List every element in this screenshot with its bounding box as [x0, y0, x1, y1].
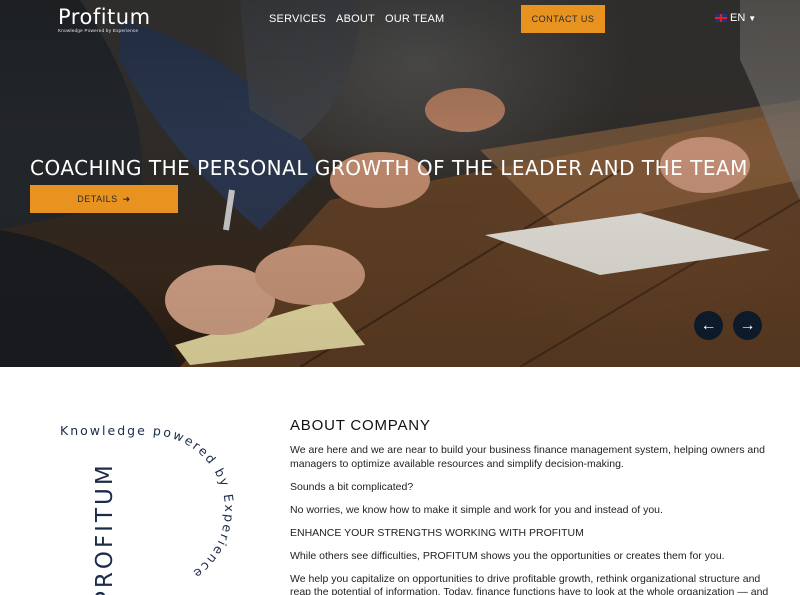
hero-title: COACHING THE PERSONAL GROWTH OF THE LEAD…	[30, 156, 748, 180]
details-label: DETAILS	[77, 194, 118, 204]
brand-logo[interactable]: Profitum Knowledge Powered by Experience	[58, 5, 158, 34]
arrow-right-icon: →	[739, 316, 756, 334]
language-label: EN	[730, 12, 746, 24]
uk-flag-icon	[715, 14, 727, 22]
svg-text:Knowledge powered by Experienc: Knowledge powered by Experience	[60, 423, 237, 583]
about-paragraph: ENHANCE YOUR STRENGTHS WORKING WITH PROF…	[290, 526, 584, 539]
main-nav: SERVICES ABOUT OUR TEAM	[269, 13, 444, 25]
hero-overlay	[0, 0, 800, 367]
nav-item-about[interactable]: ABOUT	[336, 13, 375, 25]
carousel-next-button[interactable]: →	[733, 311, 762, 340]
contact-us-button[interactable]: CONTACT US	[521, 5, 605, 33]
brand-name: Profitum	[58, 5, 151, 29]
profitum-emblem: Knowledge powered by Experience PROFITUM	[40, 410, 260, 595]
hero-banner: Profitum Knowledge Powered by Experience…	[0, 0, 800, 367]
about-paragraph: Sounds a bit complicated?	[290, 480, 414, 493]
nav-item-services[interactable]: SERVICES	[269, 13, 326, 25]
chevron-down-icon: ▼	[748, 13, 757, 23]
about-paragraph: While others see difficulties, PROFITUM …	[290, 549, 725, 562]
arrow-right-icon: ➜	[122, 193, 131, 204]
about-paragraph: We are here and we are near to build you…	[290, 444, 765, 470]
carousel-prev-button[interactable]: ←	[694, 311, 723, 340]
about-paragraph: No worries, we know how to make it simpl…	[290, 503, 663, 516]
about-content: We are here and we are near to build you…	[290, 444, 780, 595]
emblem-vertical-text: PROFITUM	[92, 462, 118, 595]
arrow-left-icon: ←	[700, 316, 717, 334]
details-button[interactable]: DETAILS ➜	[30, 185, 178, 213]
about-title: ABOUT COMPANY	[290, 417, 431, 434]
about-paragraph: We help you capitalize on opportunities …	[290, 572, 769, 595]
emblem-arc-text: Knowledge powered by Experience	[60, 423, 235, 583]
language-selector[interactable]: EN ▼	[715, 12, 756, 24]
nav-item-our-team[interactable]: OUR TEAM	[385, 13, 444, 25]
